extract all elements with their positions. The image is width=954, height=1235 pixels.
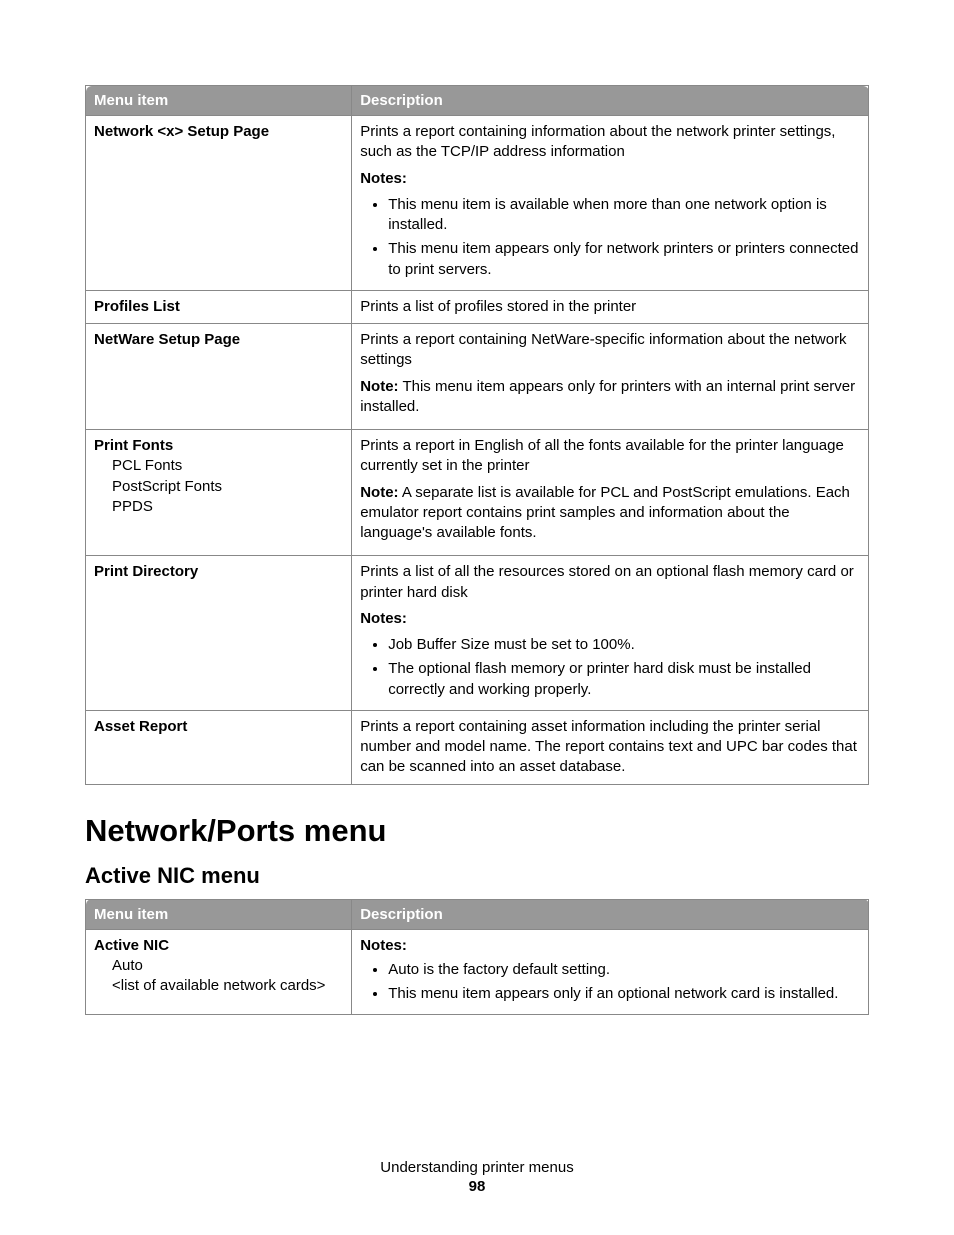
list-item: Job Buffer Size must be set to 100%.: [388, 635, 860, 655]
list-item: This menu item appears only for network …: [388, 239, 860, 280]
cell-description: Prints a report containing information a…: [352, 116, 869, 291]
page-number: 98: [0, 1178, 954, 1195]
page: Menu item Description Network <x> Setup …: [0, 0, 954, 1235]
cell-description: Prints a list of all the resources store…: [352, 556, 869, 711]
cell-menu-item: Print Fonts PCL Fonts PostScript Fonts P…: [86, 430, 352, 556]
notes-list: This menu item is available when more th…: [360, 195, 860, 280]
note-line: Note: A separate list is available for P…: [360, 483, 860, 544]
item-name: Profiles List: [94, 298, 180, 315]
item-name: Asset Report: [94, 718, 187, 735]
table-row: NetWare Setup Page Prints a report conta…: [86, 324, 869, 430]
reports-table: Menu item Description Network <x> Setup …: [85, 85, 869, 785]
note-line: Note: This menu item appears only for pr…: [360, 377, 860, 418]
list-item: The optional flash memory or printer har…: [388, 659, 860, 700]
table-row: Asset Report Prints a report containing …: [86, 710, 869, 784]
table-header-row: Menu item Description: [86, 899, 869, 929]
note-label: Note:: [360, 484, 398, 501]
item-name: Print Fonts: [94, 437, 173, 454]
table-row: Profiles List Prints a list of profiles …: [86, 290, 869, 323]
col-header-description: Description: [352, 899, 869, 929]
active-nic-table: Menu item Description Active NIC Auto <l…: [85, 899, 869, 1016]
cell-menu-item: Network <x> Setup Page: [86, 116, 352, 291]
item-name: NetWare Setup Page: [94, 331, 240, 348]
description-text: Prints a list of profiles stored in the …: [360, 298, 636, 315]
notes-label: Notes:: [360, 609, 860, 629]
table-row: Network <x> Setup Page Prints a report c…: [86, 116, 869, 291]
cell-menu-item: Print Directory: [86, 556, 352, 711]
footer-title: Understanding printer menus: [0, 1159, 954, 1176]
notes-label: Notes:: [360, 169, 860, 189]
notes-list: Job Buffer Size must be set to 100%. The…: [360, 635, 860, 700]
cell-description: Notes: Auto is the factory default setti…: [352, 929, 869, 1015]
item-sub: PPDS: [94, 497, 343, 517]
table-header-row: Menu item Description: [86, 86, 869, 116]
item-sub: <list of available network cards>: [94, 976, 343, 996]
cell-menu-item: Profiles List: [86, 290, 352, 323]
col-header-description: Description: [352, 86, 869, 116]
subsection-heading: Active NIC menu: [85, 863, 869, 889]
col-header-menu-item: Menu item: [86, 86, 352, 116]
item-name: Print Directory: [94, 563, 198, 580]
item-sub: PCL Fonts: [94, 456, 343, 476]
description-text: Prints a report containing information a…: [360, 122, 860, 163]
description-text: Prints a report containing asset informa…: [360, 718, 857, 776]
item-sub: PostScript Fonts: [94, 477, 343, 497]
table-row: Print Directory Prints a list of all the…: [86, 556, 869, 711]
cell-description: Prints a list of profiles stored in the …: [352, 290, 869, 323]
cell-description: Prints a report in English of all the fo…: [352, 430, 869, 556]
description-text: Prints a list of all the resources store…: [360, 562, 860, 603]
description-text: Prints a report in English of all the fo…: [360, 436, 860, 477]
list-item: Auto is the factory default setting.: [388, 960, 860, 980]
table-row: Print Fonts PCL Fonts PostScript Fonts P…: [86, 430, 869, 556]
section-heading: Network/Ports menu: [85, 813, 869, 849]
item-name: Active NIC: [94, 937, 169, 954]
notes-list: Auto is the factory default setting. Thi…: [360, 960, 860, 1005]
list-item: This menu item is available when more th…: [388, 195, 860, 236]
note-text: This menu item appears only for printers…: [360, 378, 855, 415]
notes-label: Notes:: [360, 936, 860, 956]
cell-description: Prints a report containing asset informa…: [352, 710, 869, 784]
description-text: Prints a report containing NetWare-speci…: [360, 330, 860, 371]
item-name: Network <x> Setup Page: [94, 123, 269, 140]
page-footer: Understanding printer menus 98: [0, 1159, 954, 1195]
item-sub: Auto: [94, 956, 343, 976]
col-header-menu-item: Menu item: [86, 899, 352, 929]
cell-menu-item: NetWare Setup Page: [86, 324, 352, 430]
note-text: A separate list is available for PCL and…: [360, 484, 850, 542]
cell-description: Prints a report containing NetWare-speci…: [352, 324, 869, 430]
cell-menu-item: Active NIC Auto <list of available netwo…: [86, 929, 352, 1015]
table-row: Active NIC Auto <list of available netwo…: [86, 929, 869, 1015]
list-item: This menu item appears only if an option…: [388, 984, 860, 1004]
cell-menu-item: Asset Report: [86, 710, 352, 784]
note-label: Note:: [360, 378, 398, 395]
